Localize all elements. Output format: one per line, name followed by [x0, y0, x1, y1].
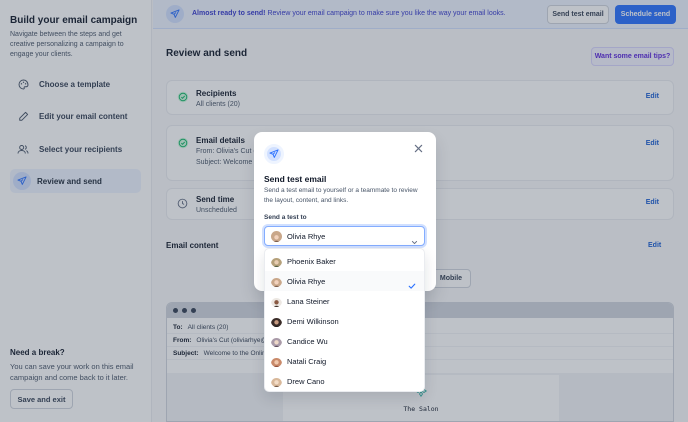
send-icon [264, 144, 284, 164]
check-icon [408, 277, 416, 289]
avatar [271, 356, 282, 367]
close-icon[interactable] [413, 143, 424, 154]
avatar [271, 336, 282, 347]
option-name: Natali Craig [287, 356, 327, 366]
option-name: Lana Steiner [287, 296, 330, 306]
option-name: Phoenix Baker [287, 256, 336, 266]
dropdown-option[interactable]: Lana Steiner [265, 291, 424, 311]
avatar [271, 316, 282, 327]
dropdown-option[interactable]: Phoenix Baker [265, 251, 424, 271]
recipient-select[interactable]: Olivia Rhye [264, 226, 425, 246]
modal-title: Send test email [264, 174, 327, 184]
avatar [271, 230, 282, 242]
option-name: Olivia Rhye [287, 276, 326, 286]
avatar [271, 276, 282, 287]
dropdown-option[interactable]: Drew Cano [265, 371, 424, 391]
avatar [271, 256, 282, 267]
dropdown-option[interactable]: Candice Wu [265, 331, 424, 351]
send-to-label: Send a test to [264, 214, 307, 221]
recipient-dropdown-list: Phoenix Baker Olivia Rhye Lana Steiner D… [264, 248, 425, 392]
dropdown-option-selected[interactable]: Olivia Rhye [265, 271, 424, 291]
option-name: Demi Wilkinson [287, 316, 339, 326]
dropdown-option[interactable]: Demi Wilkinson [265, 311, 424, 331]
selected-recipient: Olivia Rhye [287, 231, 326, 241]
dropdown-option[interactable]: Natali Craig [265, 351, 424, 371]
option-name: Drew Cano [287, 376, 325, 386]
chevron-down-icon [411, 233, 418, 245]
modal-description: Send a test email to yourself or a teamm… [264, 187, 418, 204]
avatar [271, 296, 282, 307]
avatar [271, 376, 282, 387]
option-name: Candice Wu [287, 336, 328, 346]
